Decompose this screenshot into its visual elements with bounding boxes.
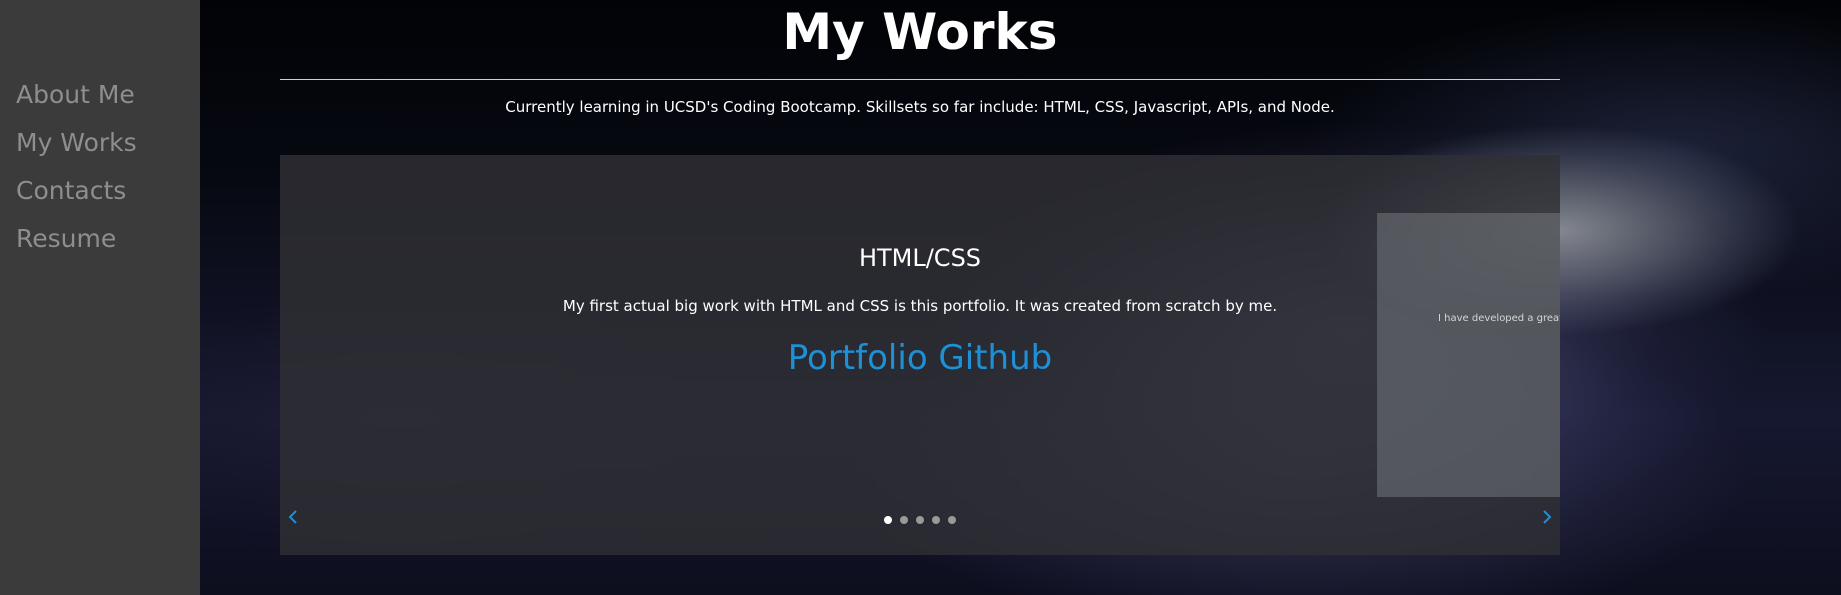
sidebar: About Me My Works Contacts Resume — [0, 0, 200, 595]
sidebar-item-contacts[interactable]: Contacts — [16, 176, 137, 206]
carousel-indicator-dot[interactable] — [900, 516, 908, 524]
slide-title: HTML/CSS — [858, 244, 982, 272]
sidebar-nav: About Me My Works Contacts Resume — [16, 80, 137, 254]
title-divider — [280, 79, 1560, 80]
carousel-indicators — [280, 516, 1560, 524]
carousel-indicator-dot[interactable] — [932, 516, 940, 524]
works-carousel: I have developed a great HTML/CSS My fir… — [280, 155, 1560, 555]
portfolio-github-link[interactable]: Portfolio Github — [280, 336, 1560, 380]
sidebar-item-resume[interactable]: Resume — [16, 224, 137, 254]
carousel-indicator-dot[interactable] — [916, 516, 924, 524]
sidebar-item-my-works[interactable]: My Works — [16, 128, 137, 158]
page: About Me My Works Contacts Resume My Wor… — [0, 0, 1841, 595]
page-subtitle: Currently learning in UCSD's Coding Boot… — [505, 98, 1335, 116]
carousel-indicator-dot[interactable] — [884, 516, 892, 524]
carousel-indicator-dot[interactable] — [948, 516, 956, 524]
page-title: My Works — [782, 3, 1058, 61]
sidebar-item-about-me[interactable]: About Me — [16, 80, 137, 110]
slide-description: My first actual big work with HTML and C… — [562, 297, 1278, 315]
